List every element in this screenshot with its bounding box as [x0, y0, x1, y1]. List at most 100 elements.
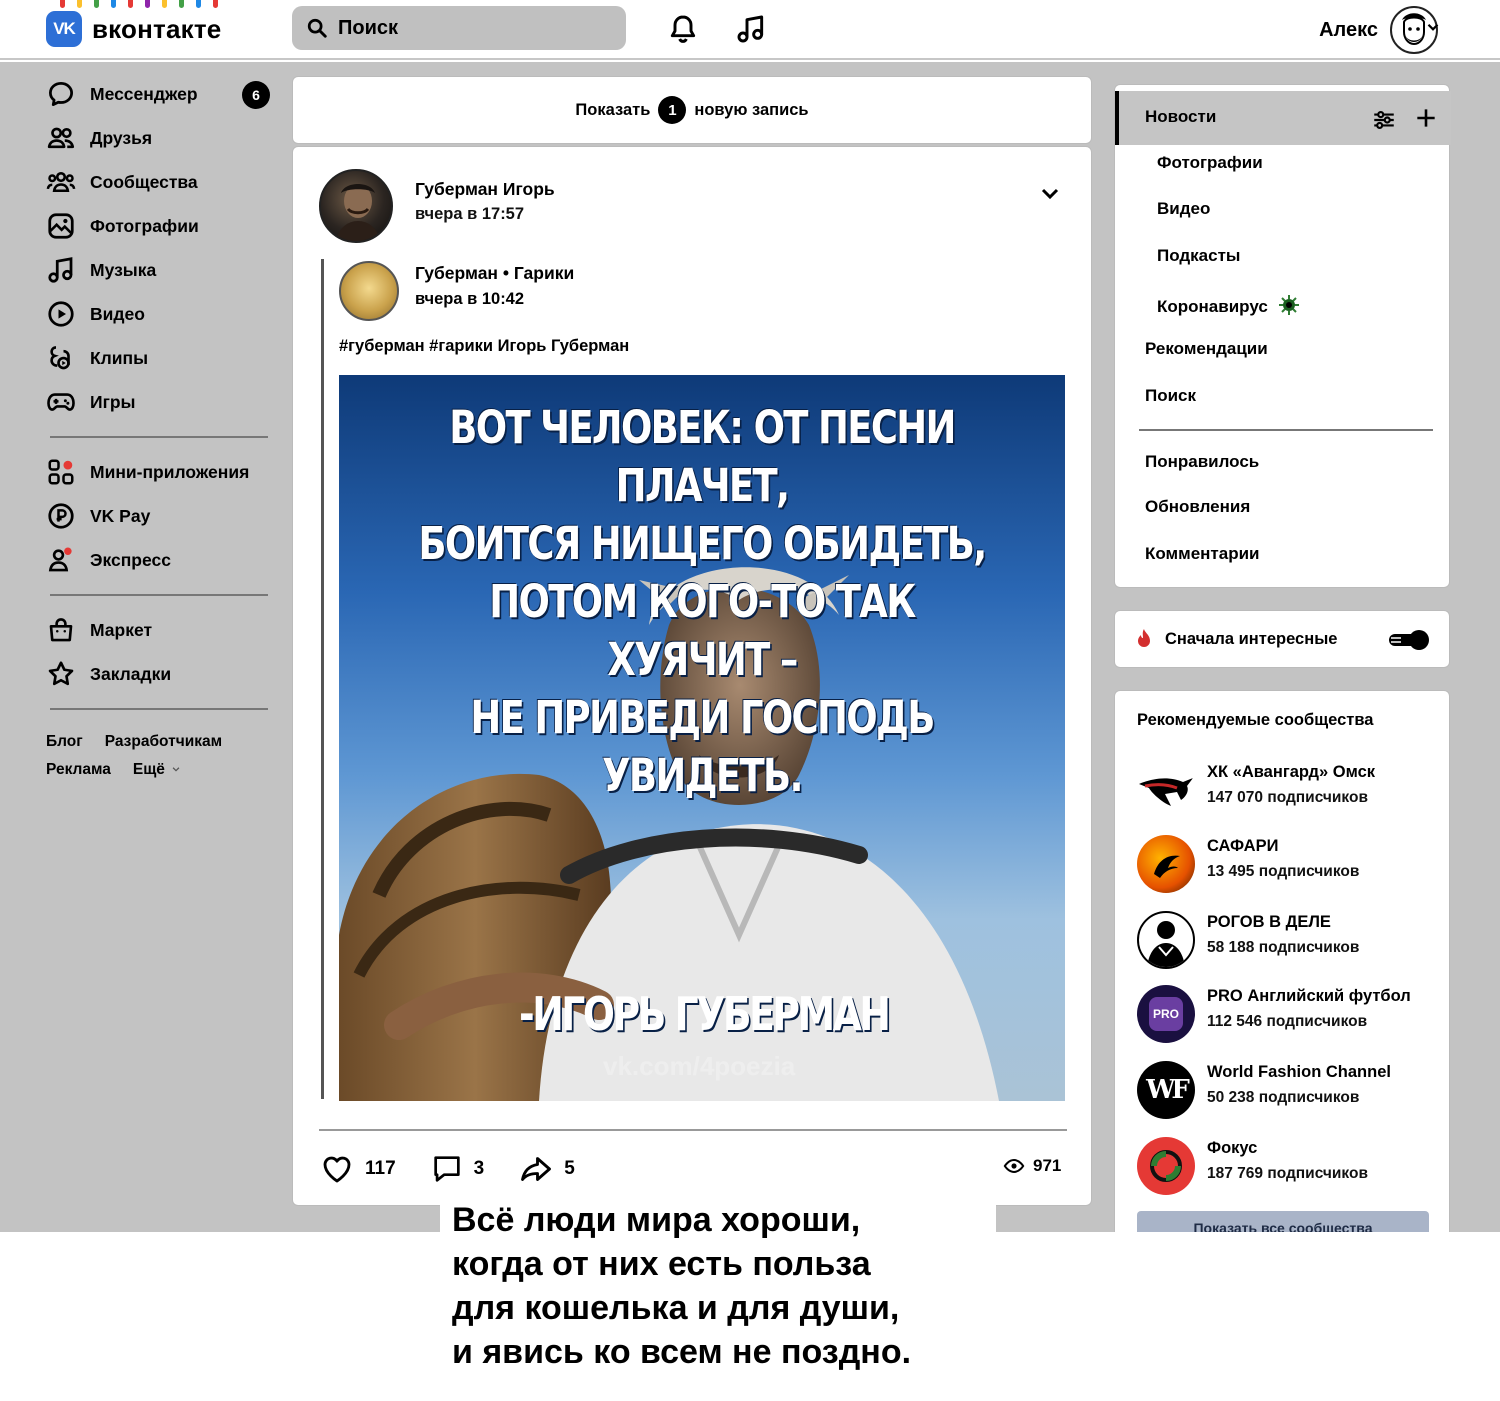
quote-line: ПОТОМ КОГО-ТО ТАК ХУЯЧИТ – — [489, 575, 916, 686]
sidebar-item-clips[interactable]: Клипы — [46, 336, 272, 380]
sidebar-item-vk-pay[interactable]: VK Pay — [46, 494, 272, 538]
feed-filter-comments[interactable]: Комментарии — [1145, 544, 1259, 564]
footer-link-more[interactable]: Ещё — [133, 761, 181, 778]
sidebar-item-photos[interactable]: Фотографии — [46, 204, 272, 248]
filter-settings-icon[interactable] — [1371, 107, 1397, 133]
feed-filter-recommendations[interactable]: Рекомендации — [1145, 339, 1268, 359]
garland-bulb — [179, 0, 184, 8]
star-icon — [48, 661, 74, 686]
author-portrait-icon — [335, 184, 381, 241]
safari-logo-icon — [1154, 855, 1180, 878]
sidebar-item-label: VK Pay — [90, 505, 151, 526]
apps-icon — [48, 459, 74, 485]
community-avatar: PRO — [1137, 985, 1195, 1043]
interesting-first-label: Сначала интересные — [1165, 630, 1338, 648]
comment-button[interactable]: 3 — [430, 1152, 484, 1186]
notifications-button[interactable] — [664, 10, 702, 48]
community-name: САФАРИ — [1207, 837, 1279, 855]
community-name: ХК «Авангард» Омск — [1207, 763, 1376, 781]
community-avatar — [1137, 761, 1195, 819]
sidebar-item-video[interactable]: Видео — [46, 292, 272, 336]
feed-filter-coronavirus[interactable]: Коронавирус — [1157, 293, 1301, 317]
views-count: 971 — [1033, 1156, 1062, 1175]
show-new-posts-button[interactable]: Показать 1 новую запись — [292, 76, 1092, 144]
sidebar-item-label: Маркет — [90, 619, 153, 640]
image-watermark: vk.com/4poezia — [603, 1051, 796, 1081]
sidebar-item-label: Друзья — [90, 127, 153, 148]
vk-logo[interactable]: VK вконтакте — [46, 11, 221, 47]
sidebar-item-label: Игры — [90, 391, 136, 412]
user-name: Алекс — [1319, 18, 1378, 41]
community-avatar — [1137, 1137, 1195, 1195]
quote-line: БОИТСЯ НИЩЕГО ОБИДЕТЬ, — [418, 517, 987, 570]
community-item[interactable]: ХК «Авангард» Омск 147 070 подписчиков — [1137, 761, 1437, 821]
interesting-first-card[interactable]: Сначала интересные — [1114, 610, 1450, 668]
garland-bulb — [213, 0, 218, 8]
post-author-name[interactable]: Губерман Игорь — [415, 179, 555, 200]
repost-source-name[interactable]: Губерман • Гарики — [415, 263, 574, 284]
footer-link-blog[interactable]: Блог — [46, 733, 83, 750]
sidebar-item-friends[interactable]: Друзья — [46, 116, 272, 160]
feed-filter-video[interactable]: Видео — [1157, 199, 1210, 219]
community-item[interactable]: WF World Fashion Channel 50 238 подписчи… — [1137, 1061, 1437, 1121]
search-icon — [307, 18, 327, 38]
chevron-down-icon[interactable] — [1038, 181, 1062, 205]
post-divider — [319, 1129, 1067, 1131]
sidebar-item-messenger[interactable]: Мессенджер 6 — [46, 72, 272, 116]
post-author-avatar[interactable] — [319, 169, 393, 243]
sidebar-item-mini-apps[interactable]: Мини-приложения — [46, 450, 272, 494]
post-image[interactable]: ВОТ ЧЕЛОВЕК: ОТ ПЕСНИ ПЛАЧЕТ, БОИТСЯ НИЩ… — [339, 375, 1065, 1101]
sidebar-item-express[interactable]: Экспресс — [46, 538, 272, 582]
community-item[interactable]: РОГОВ В ДЕЛЕ 58 188 подписчиков — [1137, 911, 1437, 971]
new-posts-count: 1 — [658, 96, 687, 124]
feed-filter-updates[interactable]: Обновления — [1145, 497, 1250, 517]
feed-filter-news[interactable]: Новости — [1145, 107, 1216, 127]
community-name: World Fashion Channel — [1207, 1063, 1391, 1081]
feed-filter-search[interactable]: Поиск — [1145, 386, 1196, 406]
sidebar-item-market[interactable]: Маркет — [46, 608, 272, 652]
garland-decoration — [60, 0, 230, 8]
add-icon[interactable] — [1413, 105, 1439, 131]
feed-filter-label: Коронавирус — [1157, 297, 1268, 316]
community-avatar — [1137, 835, 1195, 893]
garland-bulb — [128, 0, 133, 8]
feed-filter-photos[interactable]: Фотографии — [1157, 153, 1263, 173]
share-button[interactable]: 5 — [518, 1151, 575, 1187]
footer-link-developers[interactable]: Разработчикам — [105, 733, 222, 750]
interesting-toggle[interactable] — [1387, 629, 1431, 651]
sidebar-item-music[interactable]: Музыка — [46, 248, 272, 292]
music-player-button[interactable] — [732, 10, 770, 48]
feed-filter-liked[interactable]: Понравилось — [1145, 452, 1259, 472]
garland-bulb — [111, 0, 116, 8]
like-button[interactable]: 117 — [319, 1151, 396, 1187]
caption-line: Всё люди мира хороши, — [452, 1201, 861, 1239]
community-name: PRO Английский футбол — [1207, 987, 1411, 1005]
sidebar-divider — [50, 436, 268, 438]
bell-icon — [670, 15, 696, 43]
search-box[interactable] — [292, 6, 626, 50]
sidebar-item-communities[interactable]: Сообщества — [46, 160, 272, 204]
community-item[interactable]: Фокус 187 769 подписчиков — [1137, 1137, 1437, 1197]
sidebar-item-bookmarks[interactable]: Закладки — [46, 652, 272, 696]
search-input[interactable] — [338, 16, 598, 40]
active-indicator — [1115, 91, 1119, 145]
footer-link-ads[interactable]: Реклама — [46, 761, 111, 778]
photo-icon — [48, 213, 74, 239]
quote-line: ВОТ ЧЕЛОВЕК: ОТ ПЕСНИ ПЛАЧЕТ, — [449, 401, 956, 512]
community-subscribers: 147 070 подписчиков — [1207, 789, 1368, 806]
caption-line: для кошелька и для души, — [452, 1289, 900, 1327]
user-menu[interactable]: Алекс — [1319, 6, 1438, 54]
sidebar-item-games[interactable]: Игры — [46, 380, 272, 424]
sidebar-footer: Блог Разработчикам Реклама Ещё — [46, 728, 272, 784]
feed-filter-podcasts[interactable]: Подкасты — [1157, 246, 1240, 266]
repost-timestamp[interactable]: вчера в 10:42 — [415, 290, 524, 309]
chevron-down-icon[interactable] — [1424, 18, 1442, 36]
community-item[interactable]: PRO PRO Английский футбол 112 546 подпис… — [1137, 985, 1437, 1045]
post-timestamp[interactable]: вчера в 17:57 — [415, 205, 524, 224]
video-icon — [48, 301, 74, 327]
repost-source-avatar[interactable] — [339, 261, 399, 321]
community-subscribers: 13 495 подписчиков — [1207, 863, 1360, 880]
overlay-caption: Всё люди мира хороши, когда от них есть … — [440, 1192, 996, 1372]
community-item[interactable]: САФАРИ 13 495 подписчиков — [1137, 835, 1437, 895]
vkpay-icon — [48, 503, 74, 529]
